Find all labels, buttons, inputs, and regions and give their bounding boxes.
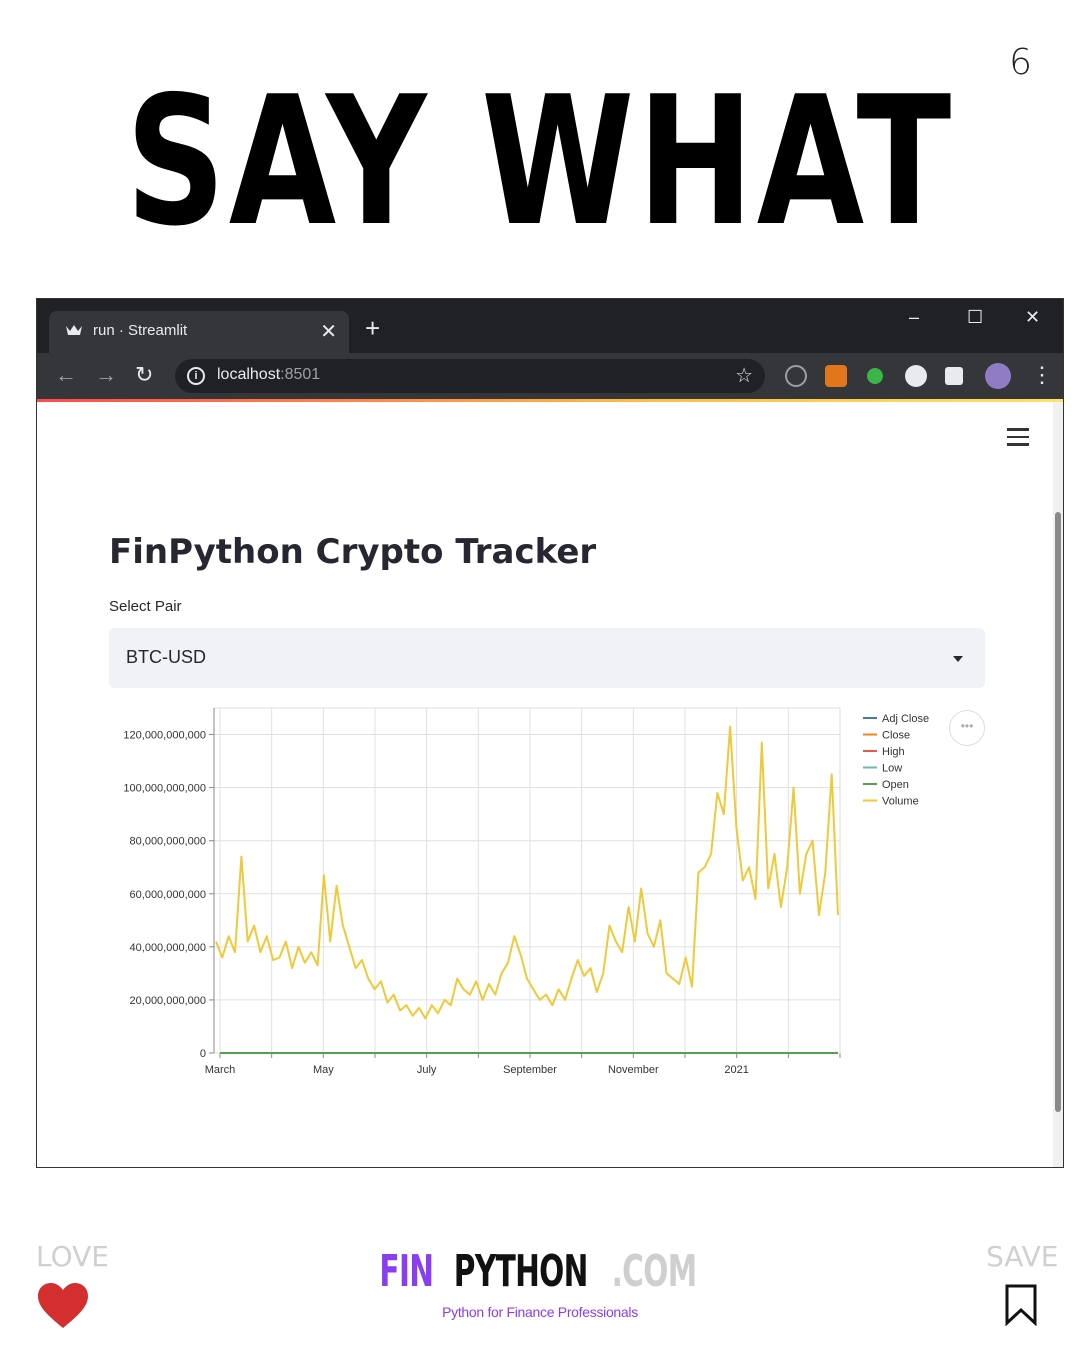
series-line-volume [215, 725, 839, 1020]
address-bar[interactable]: i localhost:8501 ☆ [175, 359, 765, 393]
tagline: Python for Finance Professionals [442, 1304, 638, 1320]
x-tick-label: May [313, 1064, 334, 1076]
legend-label: High [882, 746, 905, 758]
brand-com: .COM [612, 1246, 698, 1297]
profile-avatar[interactable] [985, 363, 1011, 389]
browser-toolbar: ← → ↻ i localhost:8501 ☆ ⋮ [37, 353, 1063, 399]
app-title: FinPython Crypto Tracker [109, 532, 597, 572]
metamask-extension-icon[interactable] [825, 365, 847, 387]
browser-window: run · Streamlit ✕ + – ☐ ✕ ← → ↻ i localh… [36, 298, 1064, 1168]
y-tick-label: 20,000,000,000 [130, 995, 206, 1007]
page-number: 6 [1009, 42, 1032, 83]
y-tick-label: 40,000,000,000 [130, 942, 206, 954]
headline: SAY WHAT [125, 58, 955, 265]
x-tick-label: March [205, 1064, 236, 1076]
selected-pair: BTC-USD [126, 647, 206, 667]
chart-actions-menu-icon[interactable]: ••• [949, 710, 985, 746]
x-tick-label: November [608, 1064, 659, 1076]
legend-label: Open [882, 779, 909, 791]
url-port: :8501 [280, 366, 321, 383]
info-icon[interactable]: i [187, 367, 205, 385]
hamburger-menu-icon[interactable] [1007, 428, 1029, 451]
save-label: SAVE [986, 1240, 1059, 1273]
browser-tab[interactable]: run · Streamlit ✕ [49, 311, 349, 353]
close-window-button[interactable]: ✕ [1025, 307, 1040, 328]
streamlit-app: FinPython Crypto Tracker Select Pair BTC… [37, 402, 1055, 1167]
scrollbar[interactable] [1053, 402, 1063, 1167]
back-icon[interactable]: ← [55, 363, 77, 387]
select-pair-label: Select Pair [109, 598, 182, 615]
bookmark-star-icon[interactable]: ☆ [735, 363, 753, 388]
legend-label: Adj Close [882, 713, 929, 725]
minimize-button[interactable]: – [909, 307, 919, 328]
tab-title: run · Streamlit [93, 322, 188, 339]
brand-logo: FIN PYTHON .COM [0, 1246, 1080, 1297]
url-host: localhost [217, 366, 281, 383]
brand-fin: FIN [379, 1246, 435, 1297]
maximize-button[interactable]: ☐ [967, 307, 983, 328]
legend-label: Close [882, 730, 910, 742]
extensions-puzzle-icon[interactable] [945, 367, 963, 385]
y-tick-label: 60,000,000,000 [130, 889, 206, 901]
t-extension-icon[interactable] [905, 365, 927, 387]
brand-python: PYTHON [454, 1246, 589, 1297]
browser-titlebar: run · Streamlit ✕ + – ☐ ✕ [37, 299, 1063, 353]
volume-line-chart: 0 20,000,000,000 40,000,000,000 60,000,000,… [123, 707, 929, 1076]
forward-icon[interactable]: → [95, 363, 117, 387]
reload-icon[interactable]: ↻ [135, 363, 153, 387]
x-tick-label: 2021 [724, 1064, 748, 1076]
pair-selectbox[interactable]: BTC-USD [109, 628, 985, 688]
green-extension-icon[interactable] [867, 368, 883, 384]
sync-extension-icon[interactable] [785, 365, 807, 387]
browser-menu-icon[interactable]: ⋮ [1031, 363, 1053, 387]
legend-label: Volume [882, 796, 919, 808]
x-tick-label: July [417, 1064, 437, 1076]
caret-down-icon [953, 656, 963, 662]
y-tick-label: 80,000,000,000 [130, 836, 206, 848]
bookmark-icon[interactable] [1004, 1284, 1038, 1326]
x-tick-label: September [503, 1064, 557, 1076]
scrollbar-thumb[interactable] [1055, 512, 1061, 1112]
url-text: localhost:8501 [217, 366, 320, 384]
plot-frame [213, 707, 841, 1054]
y-tick-label: 100,000,000,000 [123, 783, 206, 795]
legend-label: Low [882, 763, 902, 775]
tab-close-icon[interactable]: ✕ [320, 319, 337, 344]
y-tick-label: 120,000,000,000 [123, 730, 206, 742]
streamlit-crown-icon [66, 325, 82, 335]
new-tab-icon[interactable]: + [365, 315, 380, 341]
y-tick-label: 0 [200, 1048, 206, 1060]
